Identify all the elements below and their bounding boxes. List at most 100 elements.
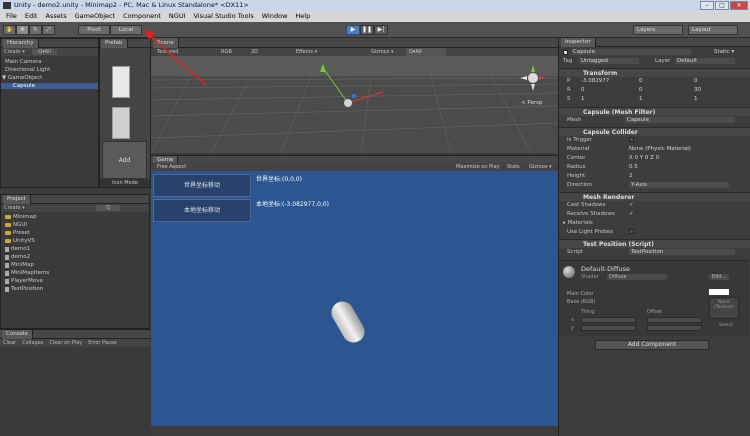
- project-folder-minimap[interactable]: Minimap: [5, 214, 37, 220]
- project-file-demo1[interactable]: demo1: [5, 246, 30, 252]
- project-folder-preset[interactable]: Preset: [5, 230, 30, 236]
- scale-tool-button[interactable]: ⤢: [42, 25, 55, 35]
- hierarchy-item-main-camera[interactable]: Main Camera: [5, 59, 41, 65]
- scene-persp-label[interactable]: < Persp: [521, 100, 542, 106]
- scene-search-input[interactable]: Q▾All: [406, 48, 446, 56]
- console-clear-on-play-toggle[interactable]: Clear on Play: [49, 339, 82, 347]
- is-trigger-checkbox[interactable]: [629, 137, 634, 144]
- prefab-thumb-1[interactable]: [112, 66, 130, 98]
- project-create-button[interactable]: Create ▾: [4, 205, 25, 211]
- scene-effects-dropdown[interactable]: Effects ▾: [296, 48, 317, 56]
- hierarchy-item-capsule[interactable]: Capsule: [1, 83, 98, 89]
- tab-console[interactable]: Console: [2, 330, 33, 339]
- close-button[interactable]: ✕: [730, 1, 748, 10]
- menu-file[interactable]: File: [2, 11, 21, 22]
- project-folder-ngui[interactable]: NGUI: [5, 222, 27, 228]
- tab-prefab[interactable]: Prefab: [101, 39, 128, 48]
- scene-view[interactable]: < Persp: [151, 48, 558, 153]
- rotation-x[interactable]: 0: [581, 87, 585, 93]
- scene-orientation-gizmo[interactable]: [519, 64, 547, 92]
- layer-dropdown[interactable]: Default: [675, 58, 735, 64]
- shader-edit-button[interactable]: Edit...: [709, 274, 730, 280]
- project-file-minimap[interactable]: MiniMap: [5, 262, 34, 268]
- collider-height-field[interactable]: 2: [629, 173, 633, 179]
- collider-material-field[interactable]: None (Physic Material): [629, 146, 691, 152]
- static-dropdown[interactable]: Static ▾: [714, 49, 734, 55]
- main-color-swatch[interactable]: [709, 289, 729, 295]
- move-tool-button[interactable]: ✥: [16, 25, 29, 35]
- hierarchy-item-gameobject[interactable]: ▼ GameObject: [2, 75, 42, 81]
- project-file-demo2[interactable]: demo2: [5, 254, 30, 260]
- active-checkbox[interactable]: [563, 50, 568, 55]
- scene-2d-toggle[interactable]: 2D: [251, 48, 258, 56]
- local-toggle[interactable]: Local: [110, 25, 142, 35]
- shader-dropdown[interactable]: Diffuse: [607, 274, 667, 280]
- collider-direction-dropdown[interactable]: Y-Axis: [629, 182, 729, 188]
- project-search-input[interactable]: Q: [96, 205, 121, 211]
- step-button[interactable]: ▶|: [374, 25, 388, 35]
- mesh-renderer-header[interactable]: Mesh Renderer: [559, 192, 750, 201]
- project-file-testposition[interactable]: TestPosition: [5, 286, 43, 292]
- menu-ngui[interactable]: NGUI: [165, 11, 190, 22]
- tab-hierarchy[interactable]: Hierarchy: [3, 39, 39, 48]
- prefab-icon-mode[interactable]: Icon Mode: [100, 179, 150, 187]
- world-move-button[interactable]: 世界坐标移动: [153, 174, 251, 197]
- scene-gizmos-dropdown[interactable]: Gizmos ▾: [371, 48, 394, 56]
- project-file-minimapitems[interactable]: MiniMapItems: [5, 270, 49, 276]
- add-component-button[interactable]: Add Component: [595, 340, 709, 350]
- console-clear-button[interactable]: Clear: [3, 339, 16, 347]
- maximize-button[interactable]: □: [715, 1, 729, 10]
- layers-dropdown[interactable]: Layers: [633, 25, 683, 35]
- menu-gameobject[interactable]: GameObject: [71, 11, 120, 22]
- menu-assets[interactable]: Assets: [41, 11, 70, 22]
- position-z[interactable]: 0: [694, 78, 698, 84]
- game-gizmos-dropdown[interactable]: Gizmos ▾: [529, 163, 552, 171]
- mesh-filter-header[interactable]: Capsule (Mesh Filter): [559, 107, 750, 116]
- game-stats-button[interactable]: Stats: [507, 163, 520, 171]
- rotate-tool-button[interactable]: ↻: [29, 25, 42, 35]
- prefab-add-button[interactable]: Add: [102, 141, 147, 179]
- scale-z[interactable]: 1: [694, 96, 698, 102]
- scale-x[interactable]: 1: [581, 96, 585, 102]
- menu-visual-studio-tools[interactable]: Visual Studio Tools: [190, 11, 258, 22]
- hand-tool-button[interactable]: ✋: [3, 25, 16, 35]
- collider-radius-field[interactable]: 0.5: [629, 164, 638, 170]
- prefab-thumb-2[interactable]: [112, 107, 130, 139]
- transform-header[interactable]: Transform: [559, 68, 750, 77]
- rotation-y[interactable]: 0: [639, 87, 643, 93]
- offset-y-field[interactable]: [647, 325, 702, 331]
- texture-slot[interactable]: None (Texture): [709, 297, 739, 319]
- use-light-probes-checkbox[interactable]: [629, 229, 634, 236]
- menu-help[interactable]: Help: [291, 11, 314, 22]
- hierarchy-item-directional-light[interactable]: Directional Light: [5, 67, 50, 73]
- script-field[interactable]: TestPosition: [629, 249, 735, 255]
- receive-shadows-checkbox[interactable]: ✓: [629, 211, 634, 217]
- tab-inspector[interactable]: Inspector: [561, 38, 596, 47]
- cast-shadows-checkbox[interactable]: ✓: [629, 202, 634, 208]
- tiling-y-field[interactable]: [581, 325, 636, 331]
- minimize-button[interactable]: –: [700, 1, 714, 10]
- menu-component[interactable]: Component: [119, 11, 165, 22]
- local-move-button[interactable]: 本地坐标移动: [153, 199, 251, 222]
- project-folder-unityvs[interactable]: UnityVS: [5, 238, 35, 244]
- menu-window[interactable]: Window: [258, 11, 292, 22]
- scale-y[interactable]: 1: [639, 96, 643, 102]
- tag-dropdown[interactable]: Untagged: [579, 58, 639, 64]
- play-button[interactable]: ▶: [346, 25, 360, 35]
- hierarchy-search-input[interactable]: Q▾All: [32, 49, 57, 55]
- hierarchy-create-button[interactable]: Create ▾: [4, 49, 25, 55]
- materials-foldout[interactable]: ▸ Materials: [563, 220, 593, 226]
- project-file-playermove[interactable]: PlayerMove: [5, 278, 43, 284]
- texture-select-button[interactable]: Select: [719, 323, 733, 328]
- mesh-field[interactable]: Capsule: [625, 117, 735, 123]
- position-x[interactable]: -3.082977: [581, 78, 609, 84]
- tiling-x-field[interactable]: [581, 317, 636, 323]
- game-aspect-dropdown[interactable]: Free Aspect: [157, 163, 186, 171]
- menu-edit[interactable]: Edit: [21, 11, 42, 22]
- object-name-field[interactable]: Capsule: [571, 49, 691, 55]
- capsule-collider-header[interactable]: Capsule Collider: [559, 127, 750, 136]
- rotation-z[interactable]: 30: [694, 87, 701, 93]
- scene-rgb-dropdown[interactable]: RGB: [221, 48, 232, 56]
- console-error-pause-toggle[interactable]: Error Pause: [88, 339, 116, 347]
- offset-x-field[interactable]: [647, 317, 702, 323]
